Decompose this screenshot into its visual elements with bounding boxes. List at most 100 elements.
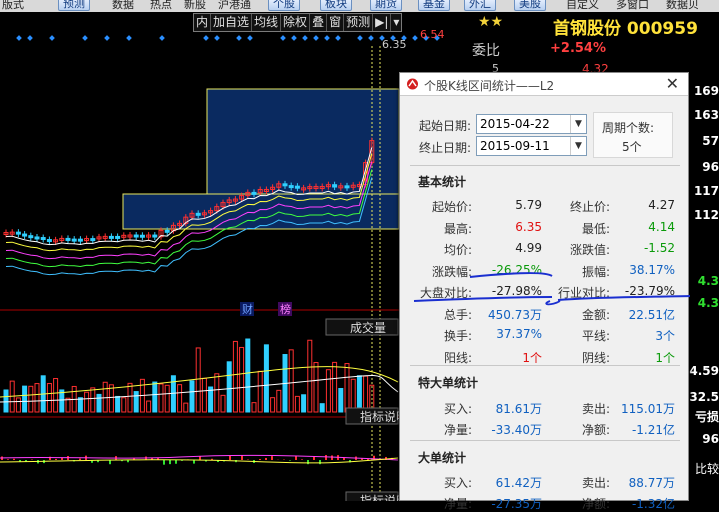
stat-label: 涨跌幅:: [406, 263, 472, 280]
volume-bar: [233, 341, 237, 412]
window-titlebar[interactable]: 个股K线区间统计——L2 ✕: [400, 73, 688, 96]
quote-edge-value: 32.5: [689, 390, 719, 404]
volume-bar: [357, 376, 361, 412]
weibi-value: +2.54%: [550, 41, 606, 56]
top-menu-item[interactable]: 预测: [58, 0, 90, 11]
chevron-down-icon[interactable]: ▼: [570, 115, 586, 133]
top-menu-item[interactable]: 新股: [184, 0, 206, 12]
chevron-down-icon[interactable]: ▼: [570, 137, 586, 155]
volume-bar: [326, 370, 330, 412]
stat-label: 换手:: [406, 327, 472, 344]
toolbar-button[interactable]: 预测: [344, 14, 373, 31]
volume-bar: [295, 396, 299, 412]
end-date-label: 终止日期:: [406, 139, 471, 156]
volume-bar: [60, 390, 64, 412]
next-frame-icon[interactable]: ▶|: [373, 14, 391, 31]
top-menu-item[interactable]: 多窗口: [616, 0, 649, 12]
top-menu-item[interactable]: 个股: [268, 0, 300, 11]
stat-label: 行业对比:: [548, 284, 610, 301]
top-menu-item[interactable]: 外汇: [464, 0, 496, 11]
volume-bar: [314, 363, 318, 412]
event-diamond-icon: [280, 35, 286, 41]
stat-label: 净额:: [548, 495, 610, 512]
volume-bar: [289, 350, 293, 412]
favorite-stars-icon[interactable]: ★★: [478, 14, 503, 30]
toolbar-button[interactable]: 加自选: [211, 14, 252, 31]
candle-body: [283, 184, 287, 186]
quote-edge-value: 亏损: [695, 408, 719, 425]
top-menu-item[interactable]: 数据贝: [666, 0, 699, 12]
candle-body: [66, 238, 70, 240]
volume-bar: [47, 384, 51, 412]
toolbar-button[interactable]: 除权: [281, 14, 310, 31]
stat-label: 阳线:: [406, 349, 472, 366]
stat-label: 均价:: [406, 241, 472, 258]
start-date-select[interactable]: 2015-04-22 ▼: [476, 114, 587, 134]
app-logo-icon: [406, 78, 419, 90]
candle-body: [289, 186, 293, 188]
volume-bar: [97, 394, 101, 412]
price-high-label: 6.35: [382, 38, 407, 51]
candle-body: [91, 239, 95, 241]
event-diamond-icon: [203, 35, 209, 41]
volume-bar: [302, 395, 306, 412]
stat-value: 6.35: [472, 220, 542, 234]
candle-body: [165, 230, 169, 232]
volume-label: 成交量: [350, 320, 386, 335]
quote-edge-value: 163: [694, 108, 719, 122]
weibi-label: 委比: [472, 40, 500, 60]
top-menu-item[interactable]: 自定义: [566, 0, 599, 12]
top-menu-item[interactable]: 板块: [320, 0, 352, 11]
top-menu-item[interactable]: 版式: [2, 0, 24, 12]
top-menu-item[interactable]: 数据: [112, 0, 134, 12]
quote-edge-value: 57: [702, 134, 719, 148]
event-diamond-icon: [126, 35, 132, 41]
stat-value: 1个: [610, 349, 675, 366]
close-icon[interactable]: ✕: [666, 73, 679, 95]
divider: [410, 440, 680, 441]
toolbar-button[interactable]: 均线: [252, 14, 281, 31]
stat-value: 37.37%: [472, 327, 542, 341]
stat-label: 涨跌值:: [548, 241, 610, 258]
quote-edge-value: 169: [694, 84, 719, 98]
top-menu-item[interactable]: 热点: [150, 0, 172, 12]
candle-body: [78, 239, 82, 241]
stat-label: 净量:: [406, 495, 472, 512]
stat-value: -27.35万: [472, 495, 542, 512]
stat-value: 88.77万: [610, 474, 675, 491]
toolbar-button[interactable]: 窗: [327, 14, 344, 31]
volume-bar: [351, 379, 355, 412]
volume-bar: [271, 398, 275, 412]
top-menu-item[interactable]: 基金: [418, 0, 450, 11]
stat-value: 3个: [610, 327, 675, 344]
stat-label: 起始价:: [406, 198, 472, 215]
stat-label: 净量:: [406, 421, 472, 438]
divider: [410, 365, 680, 366]
volume-bar: [252, 403, 256, 412]
event-diamond-icon: [368, 35, 374, 41]
candle-body: [72, 239, 76, 241]
event-diamond-icon: [159, 35, 165, 41]
start-date-value: 2015-04-22: [480, 117, 550, 131]
top-menu-item[interactable]: 期货: [370, 0, 402, 11]
toolbar-button[interactable]: 内: [194, 14, 211, 31]
stat-value: -26.25%: [472, 263, 542, 277]
stat-value: 81.61万: [472, 400, 542, 417]
stat-value: 115.01万: [610, 400, 675, 417]
candle-body: [16, 232, 20, 234]
top-menu-item[interactable]: 沪港通: [218, 0, 251, 12]
stat-value: 61.42万: [472, 474, 542, 491]
toolbar-button[interactable]: 叠: [310, 14, 327, 31]
end-date-select[interactable]: 2015-09-11 ▼: [476, 136, 587, 156]
stat-value: -27.98%: [472, 284, 542, 298]
top-menu-item[interactable]: 美股: [514, 0, 546, 11]
volume-bar: [339, 389, 343, 412]
stat-label: 金额:: [548, 306, 610, 323]
stock-name: 首钢股份: [553, 19, 621, 39]
volume-bar: [29, 386, 33, 412]
chevron-down-icon[interactable]: ▾: [391, 14, 401, 31]
bottom-compare-label[interactable]: 比较: [695, 460, 719, 477]
top-menu-bar: 版式 预测 数据 热点 新股 沪港通 个股 板块 期货 基金 外汇 美股 自定义 多窗口 数据贝: [0, 0, 719, 12]
event-diamond-icon: [324, 35, 330, 41]
event-diamond-icon: [82, 35, 88, 41]
